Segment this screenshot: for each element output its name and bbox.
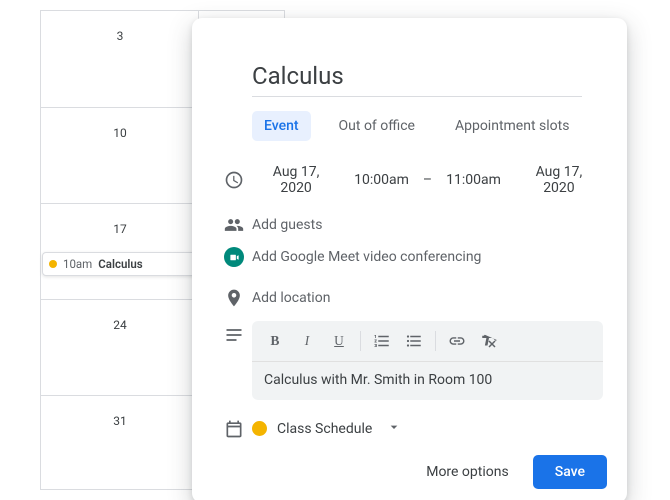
guests-row[interactable]: Add guests [192, 209, 627, 241]
end-date-button[interactable]: Aug 17, 2020 [515, 160, 603, 200]
numbered-list-button[interactable] [367, 327, 397, 355]
day-number[interactable]: 17 [41, 204, 199, 236]
day-number[interactable]: 10 [41, 108, 199, 140]
event-chip-time: 10am [63, 257, 92, 271]
start-time-button[interactable]: 10:00am [350, 168, 413, 192]
start-date-button[interactable]: Aug 17, 2020 [252, 160, 340, 200]
end-time-button[interactable]: 11:00am [442, 168, 505, 192]
event-create-dialog: Event Out of office Appointment slots Au… [192, 18, 627, 500]
bold-button[interactable]: B [260, 327, 290, 355]
event-type-tabs: Event Out of office Appointment slots [252, 111, 627, 141]
save-button[interactable]: Save [533, 455, 607, 489]
people-icon [216, 215, 252, 235]
underline-button[interactable]: U [324, 327, 354, 355]
formatting-toolbar: B I U [252, 321, 603, 362]
more-options-button[interactable]: More options [416, 456, 519, 488]
google-meet-icon [224, 247, 244, 267]
description-input[interactable] [252, 362, 603, 400]
guests-placeholder[interactable]: Add guests [252, 217, 603, 233]
location-row[interactable]: Add location [192, 279, 627, 317]
tab-event[interactable]: Event [252, 111, 311, 141]
day-number[interactable]: 24 [41, 300, 199, 332]
calendar-name: Class Schedule [277, 421, 372, 437]
bulleted-list-button[interactable] [399, 327, 429, 355]
location-placeholder[interactable]: Add location [252, 290, 603, 306]
day-number[interactable]: 31 [41, 396, 199, 428]
location-icon [216, 288, 252, 308]
clock-icon [216, 170, 252, 190]
dialog-footer: More options Save [192, 449, 627, 491]
tab-out-of-office[interactable]: Out of office [327, 111, 427, 141]
meet-placeholder[interactable]: Add Google Meet video conferencing [252, 249, 603, 265]
time-dash: – [423, 172, 432, 188]
chevron-down-icon [386, 423, 402, 438]
calendar-event-chip[interactable]: 10am Calculus [42, 252, 205, 276]
event-chip-title: Calculus [98, 257, 142, 271]
calendar-dropdown-button[interactable] [382, 417, 406, 440]
tab-appointment-slots[interactable]: Appointment slots [443, 111, 581, 141]
event-title-input[interactable] [252, 60, 582, 97]
toolbar-divider [435, 331, 436, 351]
calendar-select-row[interactable]: Class Schedule [192, 408, 627, 449]
close-button[interactable] [581, 26, 617, 62]
datetime-row: Aug 17, 2020 10:00am – 11:00am Aug 17, 2… [192, 151, 627, 209]
day-number[interactable]: 3 [41, 11, 199, 43]
clear-formatting-button[interactable] [474, 327, 504, 355]
calendar-color-dot [252, 421, 267, 436]
calendar-icon [216, 419, 252, 439]
description-icon [216, 317, 252, 408]
link-button[interactable] [442, 327, 472, 355]
event-color-dot [49, 260, 57, 268]
italic-button[interactable]: I [292, 327, 322, 355]
toolbar-divider [360, 331, 361, 351]
meet-row[interactable]: Add Google Meet video conferencing [192, 241, 627, 273]
description-editor: B I U [252, 321, 603, 400]
